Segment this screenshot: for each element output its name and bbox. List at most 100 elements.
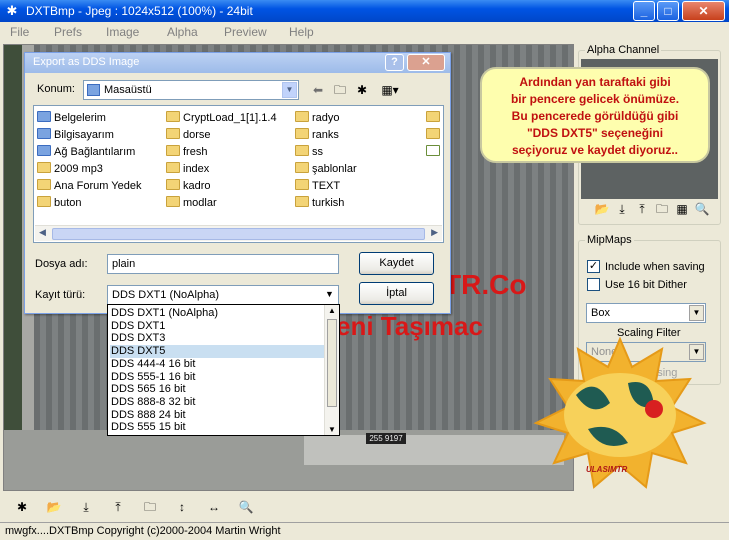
list-item[interactable]: kadro: [166, 179, 211, 195]
filter-select[interactable]: Box ▼: [586, 303, 706, 323]
list-item[interactable]: [426, 111, 443, 127]
filetype-option[interactable]: DDS 565 16 bit: [110, 383, 324, 396]
list-item[interactable]: Bilgisayarım: [37, 128, 114, 144]
menu-file[interactable]: File: [10, 25, 29, 39]
network-icon: [37, 145, 51, 156]
new-folder-icon[interactable]: ✱: [353, 82, 371, 98]
list-item[interactable]: buton: [37, 196, 82, 212]
menu-image[interactable]: Image: [106, 25, 139, 39]
menu-prefs[interactable]: Prefs: [54, 25, 82, 39]
list-item[interactable]: Belgelerim: [37, 111, 106, 127]
list-item[interactable]: Ana Forum Yedek: [37, 179, 141, 195]
folder-icon: [166, 179, 180, 190]
maximize-button[interactable]: □: [657, 1, 679, 21]
dropdown-scroll-thumb[interactable]: [327, 319, 337, 407]
list-item[interactable]: radyo: [295, 111, 340, 127]
dialog-title: Export as DDS Image: [33, 56, 140, 68]
list-item[interactable]: 2009 mp3: [37, 162, 103, 178]
folder-alpha-icon[interactable]: 🗀: [653, 201, 671, 217]
filetype-option[interactable]: DDS 555 15 bit: [110, 421, 324, 434]
list-item[interactable]: şablonlar: [295, 162, 357, 178]
open-icon[interactable]: 📂: [45, 499, 63, 515]
zoom-icon[interactable]: 🔍: [237, 499, 255, 515]
computer-icon: [37, 128, 51, 139]
close-button[interactable]: ✕: [682, 1, 725, 21]
export-dds-dialog: Export as DDS Image ? ✕ Konum: Masaüstü …: [24, 52, 451, 314]
up-folder-icon[interactable]: 🗀: [331, 82, 349, 98]
menu-alpha[interactable]: Alpha: [167, 25, 198, 39]
folder-icon: [166, 145, 180, 156]
list-item[interactable]: CryptLoad_1[1].1.4: [166, 111, 277, 127]
scroll-right-icon[interactable]: ▶: [431, 227, 438, 238]
filetype-option[interactable]: DDS DXT1: [110, 320, 324, 333]
filename-input[interactable]: plain: [107, 254, 339, 274]
list-item[interactable]: TEXT: [295, 179, 340, 195]
mipmaps-label: MipMaps: [585, 234, 634, 246]
view-menu-icon[interactable]: ▦▾: [377, 82, 403, 98]
filetype-option[interactable]: DDS 888-8 32 bit: [110, 396, 324, 409]
zoom-alpha-icon[interactable]: 🔍: [693, 201, 711, 217]
callout-line: Ardından yan taraftaki gibi: [519, 75, 671, 89]
chevron-down-icon: ▼: [322, 287, 337, 303]
list-item[interactable]: ranks: [295, 128, 339, 144]
location-select[interactable]: Masaüstü ▼: [83, 80, 299, 100]
horizontal-scrollbar[interactable]: ◀ ▶: [35, 225, 442, 241]
open-alpha-icon[interactable]: 📂: [593, 201, 611, 217]
location-value: Masaüstü: [104, 84, 152, 96]
menu-help[interactable]: Help: [289, 25, 314, 39]
include-when-saving-checkbox[interactable]: ✓: [587, 260, 600, 273]
filetype-option[interactable]: DDS DXT3: [110, 332, 324, 345]
export-alpha-icon[interactable]: ⤒: [633, 201, 651, 217]
folder-icon: [426, 111, 440, 122]
dither-checkbox[interactable]: [587, 278, 600, 291]
document-icon: [426, 145, 440, 156]
help-button[interactable]: ?: [385, 54, 404, 71]
folder-icon: [166, 196, 180, 207]
filetype-dropdown-list[interactable]: DDS DXT1 (NoAlpha) DDS DXT1 DDS DXT3 DDS…: [107, 304, 340, 436]
export-icon[interactable]: ⤒: [109, 499, 127, 515]
scroll-down-icon[interactable]: ▼: [328, 425, 336, 434]
dither-label: Use 16 bit Dither: [605, 279, 687, 291]
watermark-logo: ULASIMTR: [528, 336, 712, 493]
flip-horizontal-icon[interactable]: ↔: [205, 499, 223, 515]
filetype-option[interactable]: DDS 444-4 16 bit: [110, 358, 324, 371]
window-title: DXTBmp - Jpeg : 1024x512 (100%) - 24bit: [26, 4, 253, 18]
dropdown-scrollbar[interactable]: ▲ ▼: [324, 305, 339, 435]
list-item[interactable]: [426, 128, 443, 144]
filetype-option[interactable]: DDS DXT1 (NoAlpha): [110, 307, 324, 320]
list-item[interactable]: [426, 145, 443, 161]
file-list[interactable]: Belgelerim Bilgisayarım Ağ Bağlantılarım…: [33, 105, 444, 243]
import-icon[interactable]: ⤓: [77, 499, 95, 515]
list-item[interactable]: index: [166, 162, 209, 178]
scroll-up-icon[interactable]: ▲: [328, 306, 336, 315]
scroll-thumb[interactable]: [52, 228, 425, 240]
scroll-left-icon[interactable]: ◀: [39, 227, 46, 238]
filetype-option-selected[interactable]: DDS DXT5: [110, 345, 324, 358]
filetype-option[interactable]: DDS 888 24 bit: [110, 409, 324, 422]
dialog-close-button[interactable]: ✕: [407, 54, 445, 71]
save-button[interactable]: Kaydet: [359, 252, 434, 275]
list-item[interactable]: turkish: [295, 196, 344, 212]
texture-bumper: [304, 435, 564, 465]
menu-preview[interactable]: Preview: [224, 25, 267, 39]
settings-icon[interactable]: ✱: [13, 499, 31, 515]
list-item[interactable]: fresh: [166, 145, 207, 161]
folder-icon: [295, 128, 309, 139]
list-item[interactable]: dorse: [166, 128, 211, 144]
view-alpha-icon[interactable]: ▦: [673, 201, 691, 217]
import-alpha-icon[interactable]: ⤓: [613, 201, 631, 217]
back-icon[interactable]: ⬅: [309, 82, 327, 98]
filetype-option[interactable]: DDS 555-1 16 bit: [110, 371, 324, 384]
filetype-value: DDS DXT1 (NoAlpha): [112, 289, 219, 301]
list-item[interactable]: ss: [295, 145, 323, 161]
flip-vertical-icon[interactable]: ↕: [173, 499, 191, 515]
minimize-button[interactable]: _: [633, 1, 655, 21]
status-text: mwgfx....DXTBmp Copyright (c)2000-2004 M…: [5, 525, 281, 537]
list-item[interactable]: Ağ Bağlantılarım: [37, 145, 135, 161]
list-item[interactable]: modlar: [166, 196, 217, 212]
folder-icon: [37, 162, 51, 173]
chevron-down-icon: ▼: [282, 82, 297, 98]
filetype-select[interactable]: DDS DXT1 (NoAlpha) ▼: [107, 285, 339, 305]
cancel-button[interactable]: İptal: [359, 282, 434, 305]
folder-icon[interactable]: 🗀: [141, 499, 159, 515]
